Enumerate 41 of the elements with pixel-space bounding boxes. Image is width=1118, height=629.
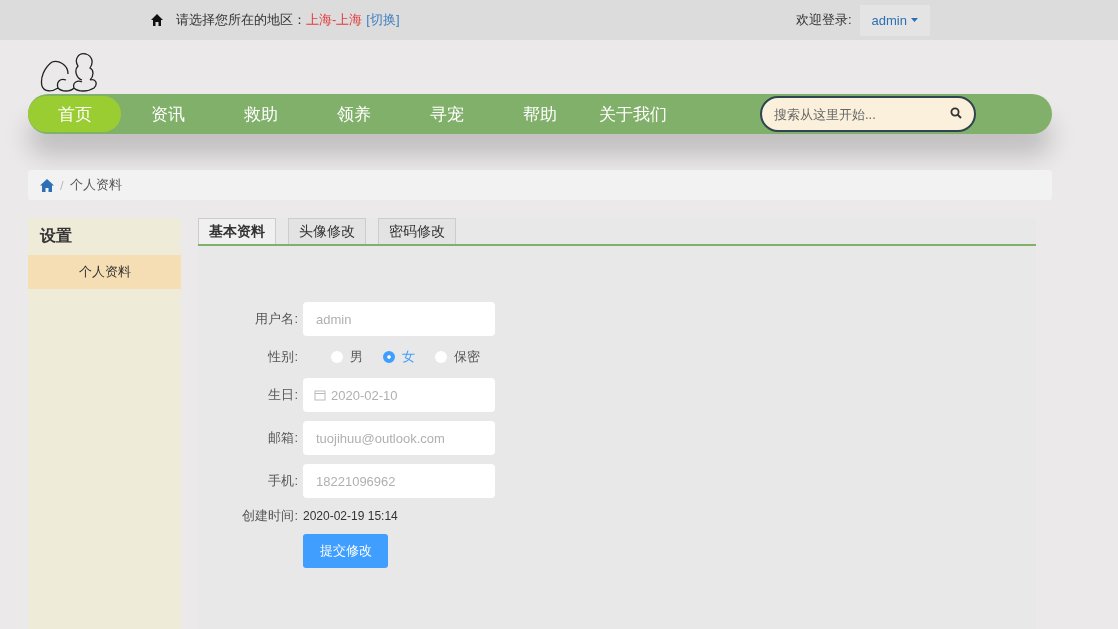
field-label: 创建时间:	[241, 507, 298, 525]
nav-item[interactable]: 首页	[28, 96, 121, 132]
search-icon[interactable]	[950, 107, 962, 119]
field-label: 邮箱:	[267, 429, 298, 447]
nav-item[interactable]: 关于我们	[586, 96, 679, 132]
sidebar-title: 设置	[38, 226, 73, 246]
nav-item[interactable]: 寻宠	[400, 96, 493, 132]
radio-option[interactable]: 女	[383, 348, 415, 366]
switch-link[interactable]: [切换]	[366, 11, 400, 29]
date-field[interactable]: 2020-02-10	[303, 378, 495, 412]
user-menu[interactable]: admin	[859, 4, 930, 36]
nav-item[interactable]: 救助	[214, 96, 307, 132]
field-label: 性别:	[267, 348, 298, 366]
radio-option[interactable]: 保密	[435, 348, 480, 366]
home-icon	[150, 13, 164, 27]
tab[interactable]: 基本资料	[198, 218, 276, 244]
search-field[interactable]: 搜索从这里开始...	[760, 96, 976, 132]
breadcrumb-separator: /	[60, 177, 64, 193]
input-field[interactable]: tuojihuu@outlook.com	[303, 421, 495, 455]
input-field[interactable]: admin	[303, 302, 495, 336]
caret-icon	[911, 18, 918, 22]
nav-item[interactable]: 领养	[307, 96, 400, 132]
field-label: 手机:	[267, 472, 298, 490]
calendar-icon	[314, 389, 326, 401]
home-icon[interactable]	[40, 178, 54, 192]
tab[interactable]: 头像修改	[288, 218, 366, 244]
input-field[interactable]: 18221096962	[303, 464, 495, 498]
created-time: 2020-02-19 15:14	[303, 509, 399, 523]
region-name: 上海-上海	[306, 11, 363, 29]
nav-item[interactable]: 资讯	[121, 96, 214, 132]
field-label: 用户名:	[254, 310, 298, 328]
field-label: 生日:	[267, 386, 298, 404]
submit-button[interactable]: 提交修改	[303, 534, 388, 568]
nav-item[interactable]: 帮助	[493, 96, 586, 132]
breadcrumb-current: 个人资料	[69, 176, 122, 194]
welcome-text: 欢迎登录:	[795, 11, 852, 29]
tab[interactable]: 密码修改	[378, 218, 456, 244]
radio-option[interactable]: 男	[331, 348, 363, 366]
dog-logo-icon	[38, 52, 100, 94]
sidebar-item[interactable]: 个人资料	[28, 255, 181, 289]
region-prompt: 请选择您所在的地区：	[176, 11, 306, 29]
